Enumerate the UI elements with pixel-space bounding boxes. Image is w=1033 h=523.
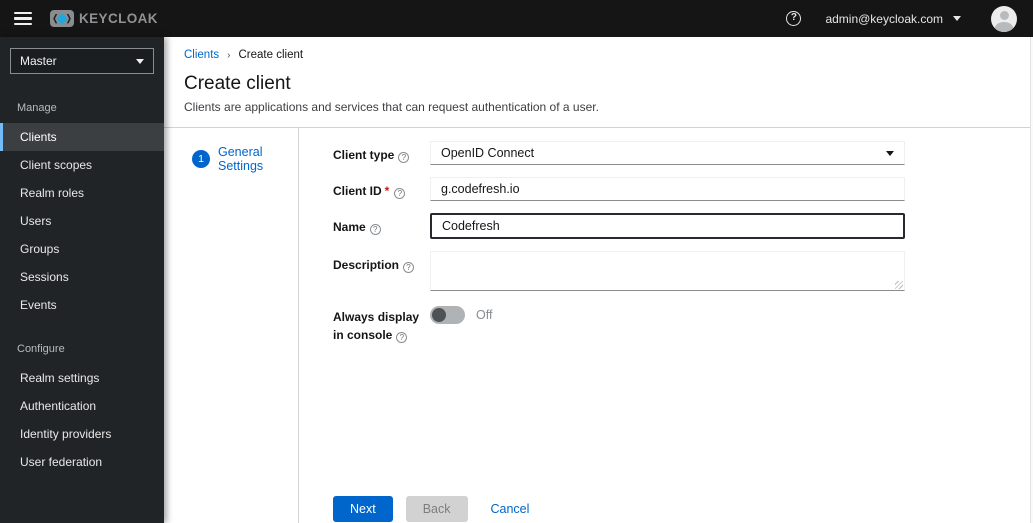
sidebar: Master Manage Clients Client scopes Real… [0, 37, 164, 523]
avatar[interactable] [991, 5, 1017, 32]
user-menu-dropdown[interactable]: admin@keycloak.com [825, 12, 961, 26]
always-display-label: Always display in console? [333, 310, 420, 343]
page-title: Create client [184, 73, 291, 94]
sidebar-item-sessions[interactable]: Sessions [0, 263, 164, 291]
help-question-icon[interactable]: ? [398, 152, 410, 163]
toggle-state-label: Off [476, 308, 493, 322]
nav-group-manage: Manage [17, 102, 57, 114]
brand-text: KEYCLOAK [79, 11, 158, 26]
chevron-down-icon [136, 58, 144, 64]
client-id-input[interactable] [430, 177, 905, 201]
realm-select[interactable]: Master [10, 48, 154, 74]
wizard-step-general-settings[interactable]: 1 General Settings [192, 145, 298, 173]
step-number-badge: 1 [192, 150, 210, 168]
help-question-icon[interactable]: ? [403, 262, 415, 273]
page-header: Clients › Create client Create client Cl… [164, 37, 1033, 128]
description-textarea[interactable] [430, 251, 905, 291]
description-label: Description? [333, 251, 430, 274]
sidebar-item-authentication[interactable]: Authentication [0, 392, 164, 420]
sidebar-item-realm-roles[interactable]: Realm roles [0, 179, 164, 207]
chevron-down-icon [953, 16, 961, 21]
help-question-icon[interactable]: ? [394, 188, 406, 199]
help-question-icon[interactable]: ? [396, 332, 408, 343]
hamburger-menu-icon[interactable] [14, 12, 32, 25]
user-email: admin@keycloak.com [825, 11, 943, 26]
always-display-toggle[interactable] [430, 306, 465, 324]
realm-select-value: Master [20, 54, 57, 68]
help-question-icon[interactable]: ? [369, 224, 381, 235]
back-button[interactable]: Back [405, 496, 468, 522]
chevron-down-icon [886, 150, 894, 156]
name-label: Name? [333, 213, 430, 236]
cancel-button[interactable]: Cancel [487, 496, 534, 522]
client-id-row: Client ID *? [333, 177, 905, 201]
wizard-actions: Next Back Cancel [333, 496, 905, 522]
required-asterisk: * [384, 184, 390, 198]
sidebar-item-realm-settings[interactable]: Realm settings [0, 364, 164, 392]
name-input[interactable] [430, 213, 905, 239]
client-type-value: OpenID Connect [441, 146, 535, 160]
next-button[interactable]: Next [333, 496, 393, 522]
always-display-row: Always display in console? Off [333, 303, 905, 344]
nav-group-configure: Configure [17, 343, 65, 355]
sidebar-item-clients[interactable]: Clients [0, 123, 164, 151]
keycloak-logo: ❬ ❭ KEYCLOAK [50, 10, 158, 27]
sidebar-item-users[interactable]: Users [0, 207, 164, 235]
sidebar-item-events[interactable]: Events [0, 291, 164, 319]
create-client-wizard: 1 General Settings Client type? OpenID C… [164, 128, 1033, 523]
sidebar-item-identity-providers[interactable]: Identity providers [0, 420, 164, 448]
main-content: Clients › Create client Create client Cl… [164, 37, 1033, 523]
description-row: Description? [333, 251, 905, 291]
sidebar-item-user-federation[interactable]: User federation [0, 448, 164, 476]
sidebar-item-client-scopes[interactable]: Client scopes [0, 151, 164, 179]
resize-handle[interactable] [895, 281, 903, 289]
page-subtitle: Clients are applications and services th… [184, 100, 599, 114]
wizard-steps-nav: 1 General Settings [164, 128, 299, 523]
breadcrumb-separator: › [227, 49, 231, 61]
breadcrumb-current: Create client [238, 49, 304, 61]
general-settings-form: Client type? OpenID Connect Client ID*? [299, 128, 1033, 523]
help-icon[interactable]: ? [786, 11, 802, 26]
client-type-label: Client type? [333, 141, 430, 164]
name-row: Name? [333, 213, 905, 239]
step-label: General Settings [218, 145, 264, 173]
keycloak-admin-console: ❬ ❭ KEYCLOAK ? admin@keycloak.com Master … [0, 0, 1033, 523]
keycloak-logo-icon: ❬ ❭ [50, 10, 74, 27]
breadcrumb-clients-link[interactable]: Clients [184, 49, 219, 61]
client-id-label: Client ID *? [333, 177, 430, 200]
breadcrumb: Clients › Create client [184, 49, 1009, 61]
sidebar-item-groups[interactable]: Groups [0, 235, 164, 263]
client-type-select[interactable]: OpenID Connect [430, 141, 905, 165]
client-type-row: Client type? OpenID Connect [333, 141, 905, 165]
masthead: ❬ ❭ KEYCLOAK ? admin@keycloak.com [0, 0, 1033, 37]
